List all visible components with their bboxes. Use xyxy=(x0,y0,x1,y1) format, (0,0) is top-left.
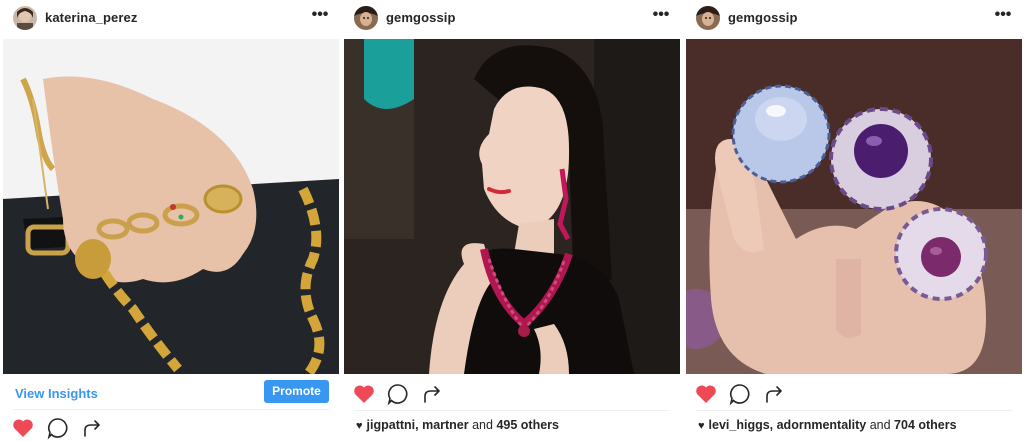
post-card: katerina_perez ••• View Insights Promote xyxy=(3,0,339,442)
action-bar xyxy=(3,416,339,442)
post-header: gemgossip ••• xyxy=(686,0,1022,36)
likes-others-count[interactable]: 495 others xyxy=(496,418,559,432)
avatar[interactable] xyxy=(696,6,720,30)
share-icon[interactable] xyxy=(420,382,444,406)
insights-bar: View Insights Promote xyxy=(3,378,339,408)
username[interactable]: gemgossip xyxy=(728,10,798,25)
view-insights-link[interactable]: View Insights xyxy=(15,386,98,401)
share-icon[interactable] xyxy=(762,382,786,406)
post-card: gemgossip ••• xyxy=(686,0,1022,439)
more-options-icon[interactable]: ••• xyxy=(992,4,1014,30)
comment-icon[interactable] xyxy=(728,382,752,406)
liked-by-names[interactable]: jigpattni, martner xyxy=(367,418,469,432)
post-header: katerina_perez ••• xyxy=(3,0,339,36)
username[interactable]: katerina_perez xyxy=(45,10,137,25)
avatar[interactable] xyxy=(13,6,37,30)
like-heart-icon[interactable] xyxy=(694,382,718,406)
comment-icon[interactable] xyxy=(46,416,70,440)
post-photo[interactable] xyxy=(344,39,680,374)
more-options-icon[interactable]: ••• xyxy=(309,4,331,30)
avatar[interactable] xyxy=(354,6,378,30)
action-bar xyxy=(344,382,680,408)
post-card: gemgossip ••• xyxy=(344,0,680,439)
post-photo[interactable] xyxy=(3,39,339,374)
small-heart-icon: ♥ xyxy=(356,420,363,432)
divider xyxy=(696,410,1012,411)
like-heart-icon[interactable] xyxy=(11,416,35,440)
likes-others-count[interactable]: 704 others xyxy=(894,418,957,432)
small-heart-icon: ♥ xyxy=(698,420,705,432)
likes-joiner: and xyxy=(869,418,891,432)
likes-joiner: and xyxy=(472,418,493,432)
liked-by-names[interactable]: levi_higgs, adornmentality xyxy=(709,418,867,432)
comment-icon[interactable] xyxy=(386,382,410,406)
post-photo[interactable] xyxy=(686,39,1022,374)
username[interactable]: gemgossip xyxy=(386,10,456,25)
likes-summary: ♥ jigpattni, martner and 495 others xyxy=(356,418,559,432)
divider xyxy=(13,409,329,410)
like-heart-icon[interactable] xyxy=(352,382,376,406)
more-options-icon[interactable]: ••• xyxy=(650,4,672,30)
divider xyxy=(354,410,670,411)
promote-button[interactable]: Promote xyxy=(264,380,329,403)
share-icon[interactable] xyxy=(80,416,104,440)
post-header: gemgossip ••• xyxy=(344,0,680,36)
likes-summary: ♥ levi_higgs, adornmentality and 704 othe… xyxy=(698,418,957,432)
action-bar xyxy=(686,382,1022,408)
